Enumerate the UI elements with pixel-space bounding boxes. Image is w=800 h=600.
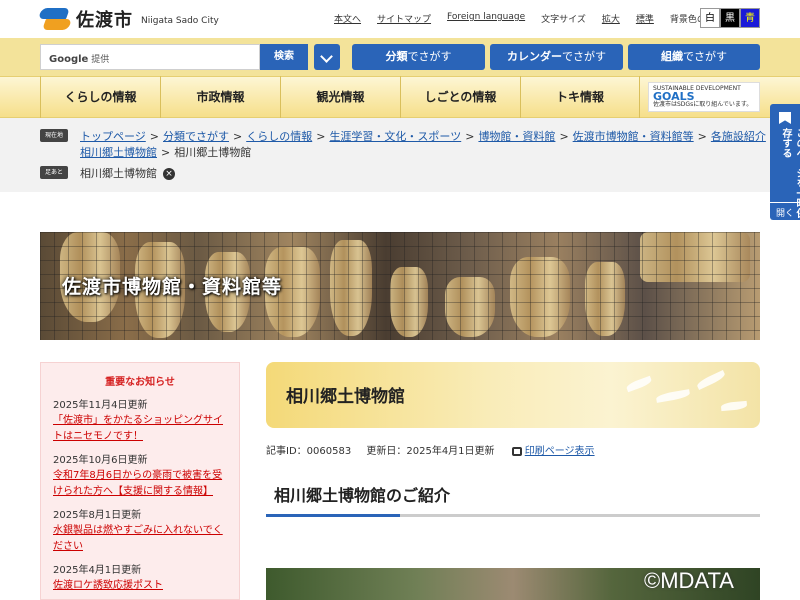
- nav-item-jobs[interactable]: しごとの情報: [400, 76, 520, 118]
- crane-icon: [695, 370, 727, 390]
- separator: >: [149, 130, 159, 143]
- breadcrumb-link[interactable]: 各施設紹介: [711, 130, 766, 143]
- breadcrumb-link[interactable]: 相川郷土博物館: [80, 146, 157, 159]
- sitemap-link[interactable]: サイトマップ: [377, 12, 431, 25]
- close-icon[interactable]: ×: [163, 168, 175, 180]
- history-trail: 相川郷土博物館 ×: [80, 165, 175, 181]
- separator: >: [233, 130, 243, 143]
- search-provider-note: 提供: [91, 55, 110, 65]
- print-link[interactable]: 印刷ページ表示: [511, 446, 595, 457]
- city-emblem-icon: [37, 6, 73, 32]
- notice-title: 重要なお知らせ: [105, 377, 175, 388]
- font-size-enlarge-link[interactable]: 拡大: [602, 12, 620, 25]
- breadcrumb-current: 相川郷土博物館: [174, 146, 252, 159]
- separator: >: [316, 130, 326, 143]
- btn-strong: カレンダー: [507, 50, 562, 63]
- skip-to-content-link[interactable]: 本文へ: [334, 12, 361, 25]
- separator: >: [559, 130, 569, 143]
- search-button[interactable]: 検索: [260, 44, 308, 70]
- bg-color-switcher: 白 黒 青: [700, 8, 760, 28]
- bg-white-button[interactable]: 白: [700, 8, 720, 28]
- site-logo[interactable]: 佐渡市 Niigata Sado City: [37, 6, 219, 32]
- bg-blue-button[interactable]: 青: [740, 8, 760, 28]
- section-underline: [266, 514, 760, 517]
- notice-link[interactable]: 「佐渡市」をかたるショッピングサイトはニセモノです！: [53, 413, 227, 445]
- section-heading: 相川郷土博物館のご紹介: [274, 486, 451, 505]
- article-id: 記事ID：0060583: [266, 446, 352, 457]
- utility-links: 本文へ サイトマップ Foreign language 文字サイズ 拡大 標準 …: [334, 12, 740, 25]
- font-size-label: 文字サイズ: [541, 15, 586, 25]
- breadcrumb-link[interactable]: 佐渡市博物館・資料館等: [573, 130, 694, 143]
- logo-text: 佐渡市: [76, 10, 133, 31]
- btn-rest: でさがす: [407, 50, 452, 63]
- page-title: 相川郷土博物館: [286, 387, 405, 407]
- breadcrumb-link[interactable]: くらしの情報: [246, 130, 312, 143]
- history-item[interactable]: 相川郷土博物館: [80, 167, 157, 180]
- notice-date: 2025年4月1日更新: [53, 565, 142, 576]
- nav-item-toki[interactable]: トキ情報: [520, 76, 640, 118]
- bg-black-button[interactable]: 黒: [720, 8, 740, 28]
- notice-link[interactable]: 令和7年8月6日からの豪雨で被害を受けられた方へ【支援に関する情報】: [53, 468, 227, 500]
- open-saved-button[interactable]: 開く: [770, 202, 800, 219]
- separator: >: [697, 130, 707, 143]
- btn-strong: 分類: [385, 50, 408, 63]
- nav-item-tourism[interactable]: 観光情報: [280, 76, 400, 118]
- search-input[interactable]: Google 提供: [40, 44, 260, 70]
- btn-rest: でさがす: [562, 50, 606, 63]
- breadcrumb-line-2: 相川郷土博物館 > 相川郷土博物館: [80, 144, 251, 160]
- nav-item-city-admin[interactable]: 市政情報: [160, 76, 280, 118]
- notice-link[interactable]: 水銀製品は燃やすごみに入れないでください: [53, 523, 227, 555]
- updated-date: 更新日：2025年4月1日更新: [366, 446, 495, 457]
- btn-rest: でさがす: [683, 50, 727, 63]
- page-title-banner: 相川郷土博物館: [266, 362, 760, 428]
- font-size-standard-link[interactable]: 標準: [636, 12, 654, 25]
- search-provider: Google: [49, 54, 89, 65]
- sdgs-banner[interactable]: SUSTAINABLE DEVELOPMENT GOALS 佐渡市はSDGsに取…: [648, 82, 760, 112]
- crane-icon: [655, 389, 691, 403]
- search-options-chevron-down-icon[interactable]: [314, 44, 340, 70]
- sdgs-note: 佐渡市はSDGsに取り組んでいます。: [653, 101, 753, 108]
- search-by-calendar-button[interactable]: カレンダーでさがす: [490, 44, 623, 70]
- notice-date: 2025年8月1日更新: [53, 510, 142, 521]
- separator: >: [161, 146, 171, 159]
- hero-banner: 佐渡市博物館・資料館等: [40, 232, 760, 340]
- search-by-organization-button[interactable]: 組織でさがす: [628, 44, 760, 70]
- breadcrumb-link[interactable]: 分類でさがす: [163, 130, 229, 143]
- foreign-language-link[interactable]: Foreign language: [447, 12, 525, 25]
- bookmark-icon: [779, 112, 791, 124]
- article-meta: 記事ID：0060583 更新日：2025年4月1日更新 印刷ページ表示: [266, 442, 595, 457]
- sdgs-goals: GOALS: [653, 90, 695, 103]
- print-label: 印刷ページ表示: [524, 446, 595, 457]
- separator: >: [465, 130, 475, 143]
- search-by-category-button[interactable]: 分類でさがす: [352, 44, 485, 70]
- printer-icon: [511, 446, 522, 456]
- save-page-tab[interactable]: このページを一時保存する 開く: [770, 104, 800, 220]
- notice-date: 2025年11月4日更新: [53, 400, 148, 411]
- crane-icon: [720, 400, 748, 412]
- logo-subtitle: Niigata Sado City: [141, 16, 219, 26]
- notice-date: 2025年10月6日更新: [53, 455, 148, 466]
- breadcrumb-link[interactable]: 博物館・資料館: [478, 130, 555, 143]
- history-tag: 足あと: [40, 166, 68, 179]
- breadcrumb-link[interactable]: 生涯学習・文化・スポーツ: [329, 130, 461, 143]
- underline-accent: [266, 514, 400, 517]
- site-header: 佐渡市 Niigata Sado City 本文へ サイトマップ Foreign…: [0, 0, 800, 38]
- current-location-tag: 現在地: [40, 129, 68, 142]
- breadcrumb: トップページ > 分類でさがす > くらしの情報 > 生涯学習・文化・スポーツ > 博物館・資料…: [80, 128, 783, 144]
- breadcrumb-link[interactable]: トップページ: [80, 130, 146, 143]
- important-notice-box: 重要なお知らせ 2025年11月4日更新 「佐渡市」をかたるショッピングサイトは…: [40, 362, 240, 600]
- btn-strong: 組織: [661, 50, 683, 63]
- watermark: ©MDATA: [644, 568, 734, 593]
- notice-link[interactable]: 佐渡ロケ誘致応援ポスト: [53, 578, 227, 594]
- nav-item-living[interactable]: くらしの情報: [40, 76, 160, 118]
- hero-title: 佐渡市博物館・資料館等: [62, 276, 283, 298]
- crane-icon: [625, 375, 653, 393]
